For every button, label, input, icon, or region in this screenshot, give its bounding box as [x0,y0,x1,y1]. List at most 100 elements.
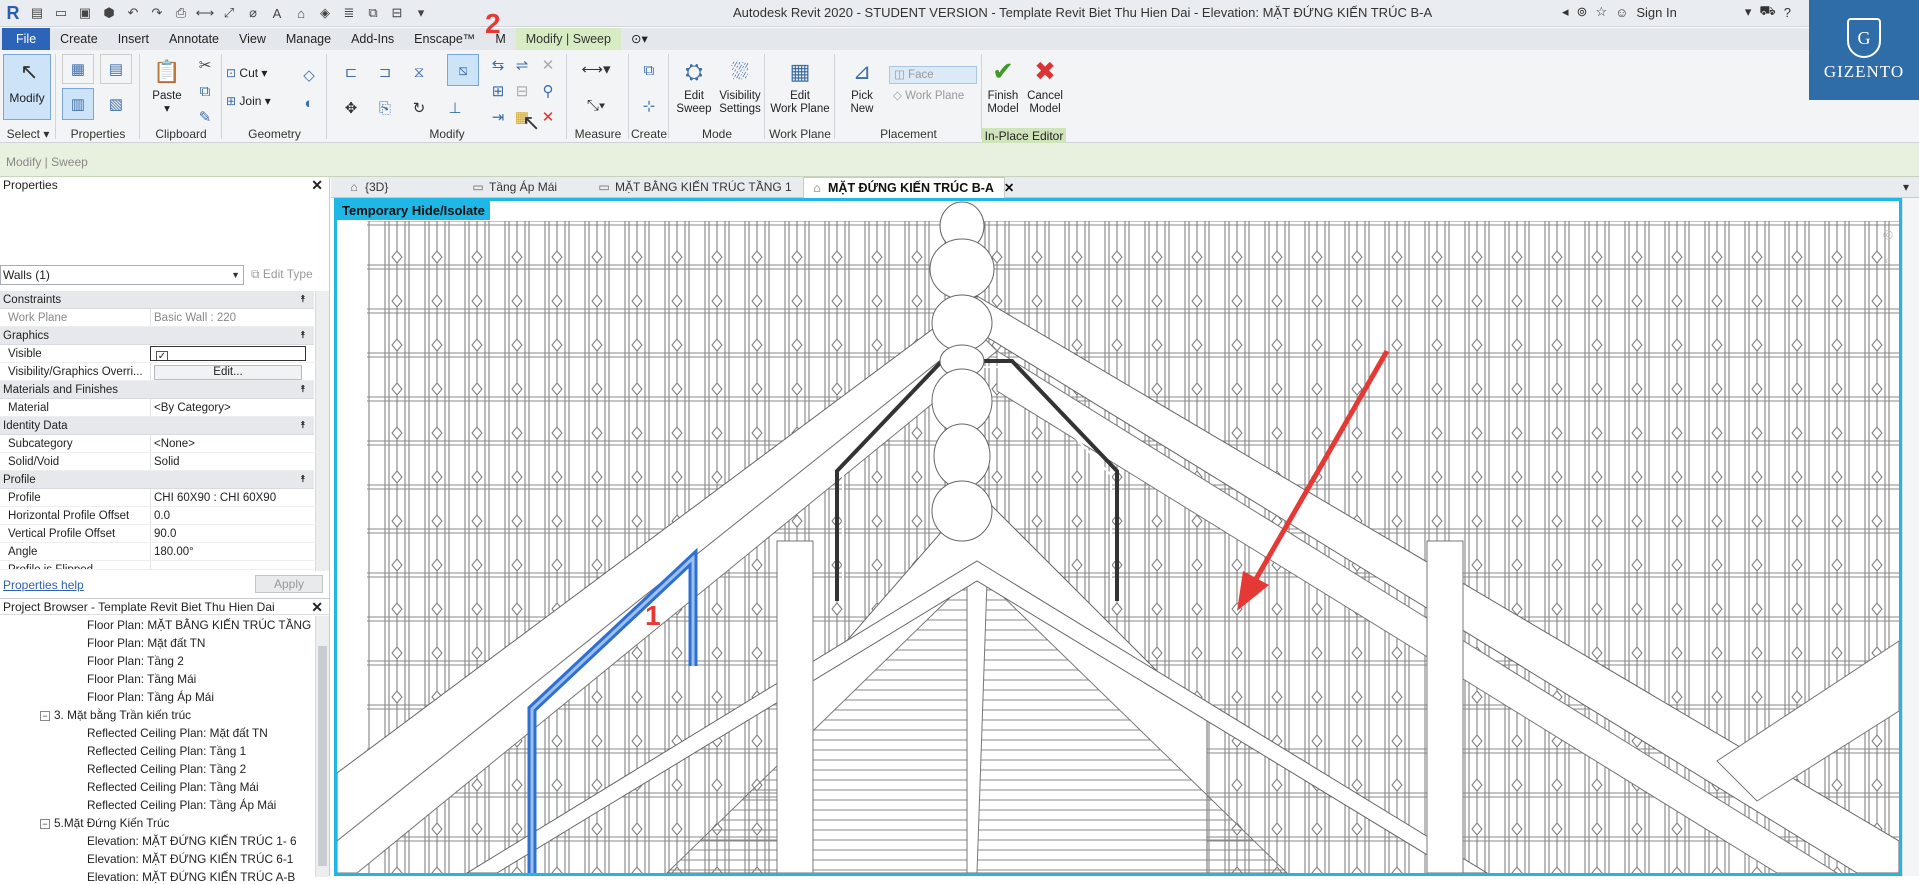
tag-icon[interactable]: ⌀ [242,3,264,23]
cut-icon[interactable]: ✂ [194,54,216,76]
tab-create[interactable]: Create [50,28,108,50]
tab-enscape[interactable]: Enscape™ [404,28,485,50]
user-icon[interactable]: ☺ [1615,5,1628,20]
folder-icon[interactable]: ▭ [50,3,72,23]
group-constraints[interactable]: Constraints ⯭ [0,291,314,309]
group-identity-data[interactable]: Identity Data ⯭ [0,417,314,435]
navigation-bar[interactable]: ◎ ⌕ [1881,221,1895,301]
tab-file[interactable]: File [2,28,51,50]
tab-view[interactable]: View [229,28,276,50]
thin-lines-icon[interactable]: ≣ [338,3,360,23]
group-profile[interactable]: Profile ⯭ [0,471,314,489]
move-icon[interactable]: ✥ [337,94,365,122]
work-plane-button[interactable]: ◇ Work Plane [889,88,977,106]
cart-icon[interactable]: ⛟ [1759,3,1775,21]
edit-sweep-button[interactable]: ⛭ Edit Sweep [671,54,717,116]
offset-icon[interactable]: ⊐ [371,58,399,86]
elevation-drawing[interactable] [337,201,1899,873]
drawing-canvas[interactable]: Temporary Hide/Isolate ◎ ⌕ [334,198,1902,876]
save-icon[interactable]: ▣ [74,3,96,23]
prop-row-angle[interactable]: Angle 180.00° [0,543,314,561]
match-type-icon[interactable]: ✎ [194,106,216,128]
view-tab-3d[interactable]: ⌂ {3D} [341,177,461,198]
group-materials[interactable]: Materials and Finishes ⯭ [0,381,314,399]
close-icon[interactable]: ✕ [311,177,323,193]
open-icon[interactable]: ▤ [26,3,48,23]
face-button[interactable]: ◫ Face [889,66,977,84]
edit-work-plane-button[interactable]: ▦ Edit Work Plane [769,54,831,116]
tree-toggle-icon[interactable]: − [40,818,50,829]
join-button[interactable]: ⊞ Join ▾ [226,94,271,108]
tab-modify-sweep[interactable]: Modify | Sweep [515,28,621,50]
cancel-model-button[interactable]: ✖ Cancel Model [1024,54,1066,116]
rotate-icon[interactable]: ↻ [405,94,433,122]
visibility-edit-button[interactable]: Edit... [154,365,302,380]
browser-item[interactable]: Reflected Ceiling Plan: Tầng Mái [87,780,259,794]
group-graphics[interactable]: Graphics ⯭ [0,327,314,345]
panel-select-label[interactable]: Select ▾ [0,127,56,141]
close-icon[interactable]: ✕ [311,599,323,615]
prop-row-subcategory[interactable]: Subcategory <None> [0,435,314,453]
help-icon[interactable]: ? [1784,5,1791,20]
scale-icon[interactable]: ⊟ [511,80,533,102]
type-selector[interactable]: Walls (1) ▼ [0,265,244,285]
revit-logo-icon[interactable]: R [2,2,24,24]
view-tab-mat-dung-b-a[interactable]: ⌂ MẶT ĐỨNG KIẾN TRÚC B-A ✕ [803,177,1014,198]
create-group-icon[interactable]: ⧉ [635,56,663,84]
prop-row-horizontal-offset[interactable]: Horizontal Profile Offset 0.0 [0,507,314,525]
modify-button[interactable]: ↖ Modify [3,54,51,120]
trim-icon[interactable]: ⊥ [441,94,469,122]
pin-icon[interactable]: ⚲ [537,80,559,102]
prop-row-profile[interactable]: Profile CHI 60X90 : CHI 60X90 [0,489,314,507]
browser-scroll-thumb[interactable] [318,646,327,866]
undo-icon[interactable]: ↶ [122,3,144,23]
browser-scrollbar[interactable] [315,616,329,877]
browser-item[interactable]: Floor Plan: Tầng Mái [87,672,196,686]
aligned-dimension-icon[interactable]: ⤡▾ [573,94,619,116]
unpin-icon[interactable]: ✕ [537,54,559,76]
zoom-icon[interactable]: ⌕ [1881,247,1895,273]
browser-item[interactable]: Floor Plan: Tầng Áp Mái [87,690,214,704]
browser-item[interactable]: Floor Plan: Mặt đất TN [87,636,205,650]
properties-help-link[interactable]: Properties help [3,578,84,592]
split-face-icon[interactable]: ◇ [298,64,320,86]
prop-row-solid-void[interactable]: Solid/Void Solid [0,453,314,471]
copy-move-icon[interactable]: ⎘ [371,94,399,122]
trim-extend-icon[interactable]: ⇥ [487,106,509,128]
tab-add-ins[interactable]: Add-Ins [341,28,404,50]
browser-item[interactable]: Reflected Ceiling Plan: Mặt đất TN [87,726,268,740]
browser-item[interactable]: Reflected Ceiling Plan: Tầng Áp Mái [87,798,276,812]
tree-toggle-icon[interactable]: − [40,710,50,721]
paste-button[interactable]: 📋 Paste ▾ [144,54,190,116]
star-icon[interactable]: ☆ [1595,4,1607,20]
mirror-draw-icon[interactable]: ⧅ [447,54,479,86]
browser-group[interactable]: −3. Mặt bằng Trần kiến trúc [40,708,191,722]
tab-insert[interactable]: Insert [108,28,159,50]
visible-checkbox[interactable]: ✓ [156,351,168,360]
apply-button[interactable]: Apply [255,575,323,593]
browser-item[interactable]: Reflected Ceiling Plan: Tầng 2 [87,762,246,776]
prop-row-profile-flipped[interactable]: Profile is Flipped [0,561,314,570]
close-windows-icon[interactable]: ⧉ [362,3,384,23]
prop-row-vertical-offset[interactable]: Vertical Profile Offset 90.0 [0,525,314,543]
sign-in-link[interactable]: Sign In [1636,5,1676,20]
properties-icon[interactable]: ▦ [62,54,94,84]
steering-wheel-icon[interactable]: ◎ [1881,221,1895,247]
family-types-icon[interactable]: ▧ [100,88,132,120]
browser-group[interactable]: −5.Mặt Đứng Kiến Trúc [40,816,169,830]
binoculars-icon[interactable]: ⊚ [1577,4,1588,20]
align-icon[interactable]: ⊏ [337,58,365,86]
ribbon-options-icon[interactable]: ⊙▾ [621,28,658,50]
text-icon[interactable]: A [266,3,288,23]
browser-item[interactable]: Elevation: MẶT ĐỨNG KIẾN TRÚC 1- 6 [87,834,297,848]
measure-icon[interactable]: ⟷ [194,3,216,23]
redo-icon[interactable]: ↷ [146,3,168,23]
switch-windows-icon[interactable]: ⊟ [386,3,408,23]
tabs-dropdown-icon[interactable]: ▾ [1903,177,1917,198]
prop-row-material[interactable]: Material <By Category> [0,399,314,417]
print-icon[interactable]: ⎙ [170,3,192,23]
finish-model-button[interactable]: ✔ Finish Model [982,54,1024,116]
properties-palette-icon[interactable]: ▥ [62,88,94,120]
close-icon[interactable]: ✕ [1004,181,1014,195]
sync-icon[interactable]: ⬢ [98,3,120,23]
